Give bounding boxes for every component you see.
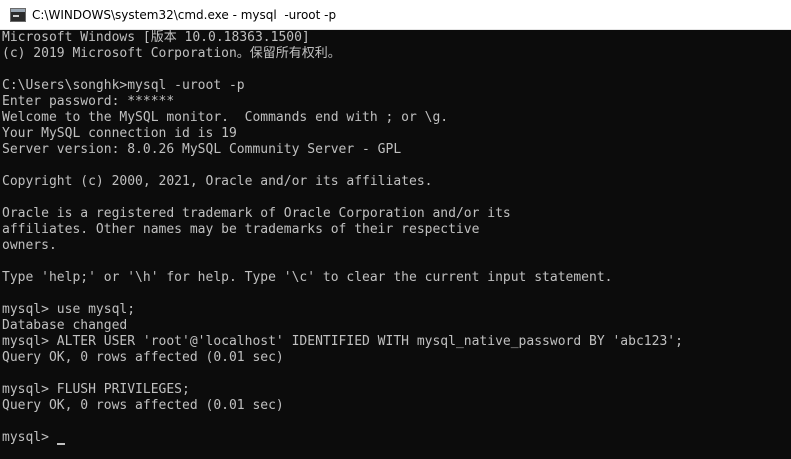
console-line: Type 'help;' or '\h' for help. Type '\c'…	[2, 270, 613, 285]
console-icon	[10, 7, 26, 22]
title-bar[interactable]: C:\WINDOWS\system32\cmd.exe - mysql -uro…	[0, 0, 791, 30]
console-line: mysql> FLUSH PRIVILEGES;	[2, 382, 190, 397]
console-line: Welcome to the MySQL monitor. Commands e…	[2, 110, 449, 125]
console-line: Your MySQL connection id is 19	[2, 126, 237, 141]
console-line: Query OK, 0 rows affected (0.01 sec)	[2, 350, 284, 365]
console-line: owners.	[2, 238, 57, 253]
console-line: mysql> ALTER USER 'root'@'localhost' IDE…	[2, 334, 683, 349]
window-title: C:\WINDOWS\system32\cmd.exe - mysql -uro…	[32, 7, 337, 22]
text-cursor	[56, 443, 65, 445]
console-line: Enter password: ******	[2, 94, 175, 109]
console-line: mysql> use mysql;	[2, 302, 136, 317]
console-line: (c) 2019 Microsoft Corporation。保留所有权利。	[2, 46, 341, 61]
console-line: Microsoft Windows [版本 10.0.18363.1500]	[2, 30, 310, 45]
console-line: Database changed	[2, 318, 128, 333]
console-line: affiliates. Other names may be trademark…	[2, 222, 480, 237]
console-line: Query OK, 0 rows affected (0.01 sec)	[2, 398, 284, 413]
console-line: Server version: 8.0.26 MySQL Community S…	[2, 142, 402, 157]
console-line: C:\Users\songhk>mysql -uroot -p	[2, 78, 245, 93]
prompt-line[interactable]: mysql>	[2, 430, 791, 446]
console-output[interactable]: Microsoft Windows [版本 10.0.18363.1500] (c…	[2, 30, 791, 459]
console-line: Oracle is a registered trademark of Orac…	[2, 206, 511, 221]
cmd-window: C:\WINDOWS\system32\cmd.exe - mysql -uro…	[0, 0, 791, 459]
console-line: Copyright (c) 2000, 2021, Oracle and/or …	[2, 174, 433, 189]
